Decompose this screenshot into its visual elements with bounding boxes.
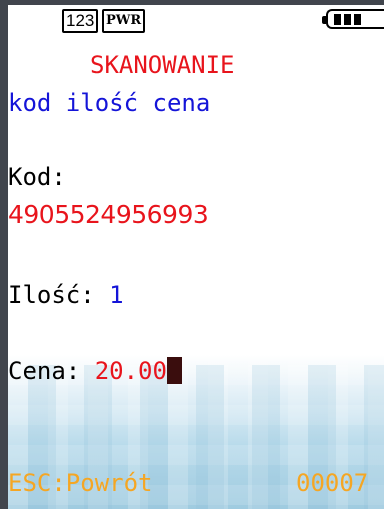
quantity-label: Ilość:	[8, 281, 95, 309]
terminal-screen: 123 PWR SKANOWANIE kod ilość cena Kod: 4…	[8, 5, 384, 509]
back-hint[interactable]: ESC:Powrót	[8, 469, 153, 497]
price-row[interactable]: Cena: 20.00	[8, 357, 182, 385]
code-label: Kod:	[8, 163, 66, 191]
battery-level-bar	[354, 14, 361, 25]
battery-level-bar	[334, 14, 341, 25]
quantity-row: Ilość: 1	[8, 281, 124, 309]
field-order-hint: kod ilość cena	[8, 89, 211, 117]
battery-icon	[322, 9, 384, 29]
power-indicator: PWR	[102, 9, 146, 33]
screen-title: SKANOWANIE	[90, 51, 235, 79]
code-value: 4905524956993	[8, 200, 209, 229]
numeric-mode-indicator: 123	[62, 9, 99, 33]
quantity-value: 1	[109, 281, 124, 309]
price-label: Cena:	[8, 357, 81, 385]
text-cursor	[166, 357, 182, 384]
battery-nub	[322, 16, 326, 24]
battery-level-bar	[344, 14, 351, 25]
status-bar: 123 PWR	[8, 5, 384, 33]
price-input[interactable]: 20.00	[95, 357, 167, 385]
record-counter: 00007	[296, 469, 369, 497]
device-frame: 123 PWR SKANOWANIE kod ilość cena Kod: 4…	[0, 0, 384, 509]
